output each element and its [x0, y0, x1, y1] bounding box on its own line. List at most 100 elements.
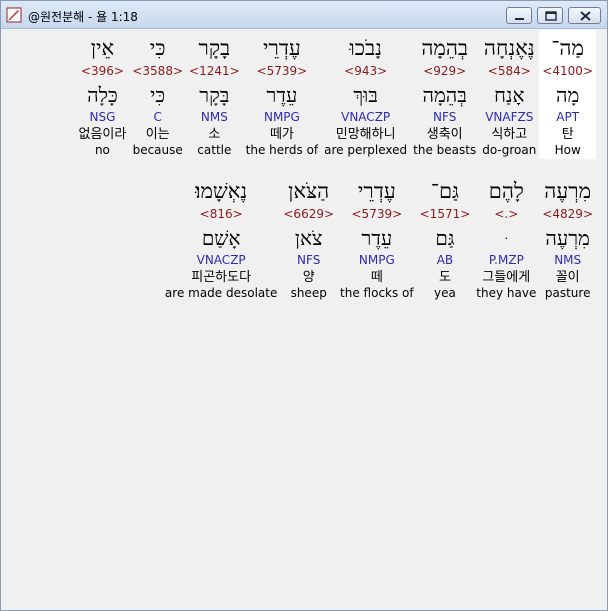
verse-line-2: מִרְעֶה <4829> מִרְעֶה NMS 꼴이 pasture לָהֶם <.>…	[162, 173, 596, 302]
korean-gloss: 피곤하도다	[191, 270, 252, 285]
hebrew-word: נֶאְשָׁמוּ׃	[195, 179, 248, 203]
korean-gloss: 식하고	[491, 127, 528, 142]
strong-number: <1241>	[189, 64, 240, 78]
lemma-word: כִּי	[150, 83, 166, 107]
word-column[interactable]: מַה־ <4100> מָה APT 탄 How	[539, 30, 596, 159]
word-column[interactable]: עֶדְרֵי <5739> עֵדֶר NMPG 떼 the flocks of	[337, 173, 417, 302]
word-column[interactable]: מִרְעֶה <4829> מִרְעֶה NMS 꼴이 pasture	[539, 173, 596, 302]
lemma-word: מָה	[555, 83, 580, 107]
hebrew-word: מַה־	[551, 36, 584, 60]
window-title: @원전분해 - 욜 1:18	[28, 10, 138, 24]
close-icon	[580, 11, 591, 21]
korean-gloss: 떼	[370, 270, 383, 285]
english-gloss: cattle	[197, 143, 232, 157]
lemma-word: עֵדֶר	[361, 226, 393, 250]
maximize-button[interactable]	[537, 7, 563, 24]
lemma-word: בּוּךְ	[353, 83, 378, 107]
morphology-code: NMPG	[263, 110, 300, 124]
word-column[interactable]: נֶאְשָׁמוּ׃ <816> אָשַׁם VNACZP 피곤하도다 are mad…	[162, 173, 280, 302]
english-gloss: the beasts	[413, 143, 477, 157]
strong-number: <3588>	[132, 64, 184, 78]
korean-gloss: 양	[302, 270, 315, 285]
morphology-code: AB	[436, 253, 454, 267]
korean-gloss: 없음이라	[78, 127, 127, 142]
title-bar[interactable]: @원전분해 - 욜 1:18	[1, 1, 607, 29]
morphology-code: VNAFZS	[485, 110, 534, 124]
lemma-word: כָּלָה	[87, 83, 118, 107]
word-column[interactable]: נֶּאֶנְחָה <584> אָנַח VNAFZS 식하고 do-groan	[479, 30, 539, 159]
morphology-code: NMS	[554, 253, 582, 267]
korean-gloss: 이는	[145, 127, 170, 142]
hebrew-word: עֶדְרֵי	[263, 36, 301, 60]
maximize-icon	[545, 11, 557, 21]
english-gloss: the flocks of	[340, 286, 414, 300]
hebrew-word: מִרְעֶה	[544, 179, 592, 203]
english-gloss: they have	[476, 286, 537, 300]
english-gloss: do-groan	[482, 143, 537, 157]
minimize-button[interactable]	[506, 7, 532, 24]
english-gloss: pasture	[544, 286, 591, 300]
hebrew-word: בְהֵמָה	[421, 36, 469, 60]
word-column[interactable]: כִּי <3588> כִּי C 이는 because	[129, 30, 186, 159]
lemma-word: גַּם	[435, 226, 455, 250]
hebrew-word: עֶדְרֵי	[357, 179, 396, 203]
lemma-word: בָּקָר	[199, 83, 230, 107]
korean-gloss: 민망해하니	[335, 127, 396, 142]
morphology-code: VNACZP	[196, 253, 246, 267]
hebrew-word: בָקָר	[198, 36, 231, 60]
korean-gloss: 생축이	[426, 127, 463, 142]
lemma-word: בְּהֵמָה	[422, 83, 467, 107]
morphology-code: NMS	[200, 110, 228, 124]
word-column[interactable]: בְהֵמָה <929> בְּהֵמָה NFS 생축이 the beasts	[410, 30, 479, 159]
hebrew-word: הַצֹּאן	[288, 179, 330, 203]
app-window: @원전분해 - 욜 1:18 מַה־ <4100> מָה APT 탄 How נֶּאֶ…	[0, 0, 608, 611]
english-gloss: How	[554, 143, 581, 157]
english-gloss: no	[94, 143, 110, 157]
english-gloss: the herds of	[245, 143, 319, 157]
morphology-code: NFS	[297, 253, 321, 267]
interlinear-view[interactable]: מַה־ <4100> מָה APT 탄 How נֶּאֶנְחָה <584> אָנַח…	[6, 30, 602, 606]
morphology-code: C	[153, 110, 162, 124]
close-button[interactable]	[568, 7, 601, 24]
hebrew-word: כִּי	[149, 36, 166, 60]
strong-number: <6629>	[283, 207, 335, 221]
english-gloss: are made desolate	[164, 286, 278, 300]
word-column[interactable]: הַצֹּאן <6629> צֹאן NFS 양 sheep	[280, 173, 337, 302]
hebrew-word: גַּם־	[430, 179, 459, 203]
word-column[interactable]: לָהֶם<.>ּP.MZP그들에게they have	[473, 173, 539, 302]
strong-number: <5739>	[256, 64, 308, 78]
strong-number: <816>	[199, 207, 243, 221]
morphology-code: NFS	[433, 110, 457, 124]
morphology-code: P.MZP	[488, 253, 524, 267]
strong-number: <4100>	[542, 64, 593, 78]
word-column[interactable]: אֵין <396> כָּלָה NSG 없음이라 no	[76, 30, 130, 159]
korean-gloss: 도	[438, 270, 451, 285]
korean-gloss: 소	[208, 127, 221, 142]
strong-number: <5739>	[351, 207, 403, 221]
korean-gloss: 그들에게	[482, 270, 531, 285]
strong-number: <943>	[344, 64, 388, 78]
verse-line-1: מַה־ <4100> מָה APT 탄 How נֶּאֶנְחָה <584> אָנַח…	[76, 30, 596, 159]
strong-number: <929>	[423, 64, 467, 78]
morphology-code: NMPG	[358, 253, 395, 267]
english-gloss: because	[132, 143, 183, 157]
morphology-code: VNACZP	[341, 110, 391, 124]
lemma-word: מִרְעֶה	[545, 226, 590, 250]
english-gloss: are perplexed	[324, 143, 408, 157]
hebrew-word: אֵין	[90, 36, 115, 60]
strong-number: <1571>	[419, 207, 471, 221]
lemma-word: צֹאן	[294, 226, 323, 250]
word-column[interactable]: בָקָר <1241> בָּקָר NMS 소 cattle	[186, 30, 243, 159]
hebrew-word: נָבֹכוּ	[349, 36, 382, 60]
lemma-word: אָנַח	[494, 83, 525, 107]
word-column[interactable]: נָבֹכוּ <943> בּוּךְ VNACZP 민망해하니 are perplex…	[321, 30, 410, 159]
english-gloss: sheep	[290, 286, 327, 300]
korean-gloss: 탄	[561, 127, 574, 142]
lemma-word: אָשַׁם	[201, 226, 241, 250]
english-gloss: yea	[434, 286, 456, 300]
lemma-word: עֵדֶר	[266, 83, 298, 107]
word-column[interactable]: עֶדְרֵי <5739> עֵדֶר NMPG 떼가 the herds of	[243, 30, 321, 159]
minimize-icon	[515, 18, 524, 20]
word-column[interactable]: גַּם־ <1571> גַּם AB 도 yea	[417, 173, 474, 302]
hebrew-word: נֶּאֶנְחָה	[483, 36, 535, 60]
